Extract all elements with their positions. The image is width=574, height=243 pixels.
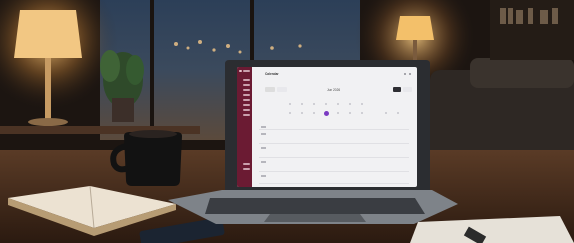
schedule-row[interactable] [259,171,409,172]
search-icon[interactable] [404,73,406,75]
gear-icon[interactable] [409,73,411,75]
schedule-row-label [261,175,266,177]
day-cell[interactable] [301,112,303,114]
weekday-label [337,103,339,105]
weekday-label [301,103,303,105]
weekday-label [349,103,351,105]
schedule-row-label [261,133,266,135]
sidebar-item[interactable] [243,99,250,101]
schedule-row-label [261,147,266,149]
day-cell[interactable] [289,112,291,114]
view-toggle-button[interactable] [393,87,401,92]
prev-month-button[interactable] [265,87,275,92]
day-cell[interactable] [385,112,387,114]
sidebar-item[interactable] [243,104,250,106]
sidebar-footer-item[interactable] [243,163,250,165]
day-cell[interactable] [397,112,399,114]
weekday-label [289,103,291,105]
schedule-row-label [261,126,266,128]
month-label: Jun 2026 [327,88,341,92]
sidebar-item[interactable] [243,84,250,86]
weekday-label [325,103,327,105]
calendar-sidebar [237,67,252,187]
app-name-placeholder [243,70,250,72]
day-cell[interactable] [361,112,363,114]
sidebar-item[interactable] [243,79,250,81]
day-cell[interactable] [313,112,315,114]
selected-day[interactable] [324,111,329,116]
today-button[interactable] [403,87,412,92]
day-cell[interactable] [349,112,351,114]
sidebar-item[interactable] [243,114,250,116]
app-logo [239,70,242,72]
laptop-screen: Calendar Jun 2026 [237,67,417,187]
schedule-row[interactable] [259,183,409,184]
schedule-row-label [261,161,266,163]
schedule-row[interactable] [259,143,409,144]
schedule-row[interactable] [259,157,409,158]
page-title: Calendar [265,72,279,76]
sidebar-item[interactable] [243,89,250,91]
sidebar-item[interactable] [243,109,250,111]
day-cell[interactable] [337,112,339,114]
sidebar-item[interactable] [243,94,250,96]
next-month-button[interactable] [277,87,287,92]
schedule-row[interactable] [259,129,409,130]
sidebar-footer-item[interactable] [243,168,250,170]
weekday-label [313,103,315,105]
weekday-label [361,103,363,105]
